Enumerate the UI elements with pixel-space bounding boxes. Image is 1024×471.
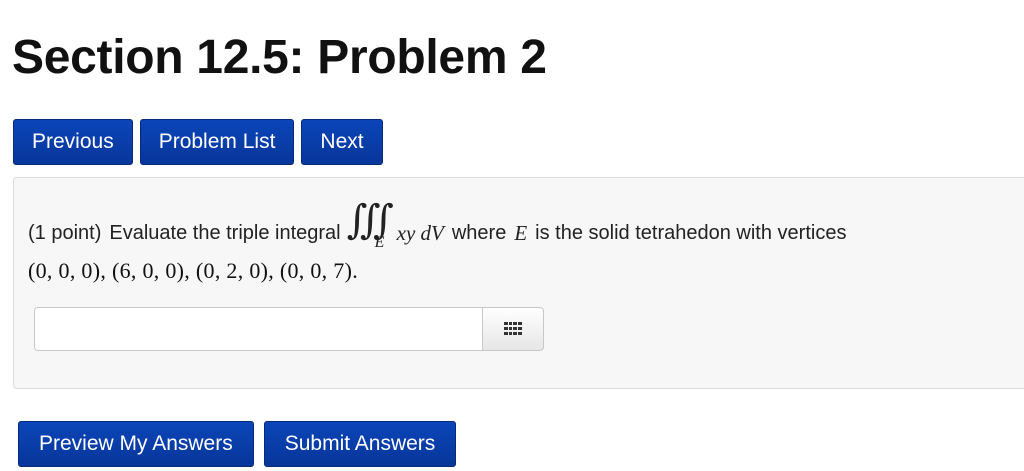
problem-nav: Previous Problem List Next bbox=[13, 119, 383, 165]
vertices-list: (0, 0, 0), (6, 0, 0), (0, 2, 0), (0, 0, … bbox=[28, 258, 359, 283]
integral-subscript: E bbox=[374, 234, 385, 251]
problem-statement: (1 point) Evaluate the triple integral ∭… bbox=[28, 200, 847, 258]
math-keypad-button[interactable] bbox=[482, 307, 544, 351]
answer-row bbox=[34, 307, 544, 351]
answer-actions: Preview My Answers Submit Answers bbox=[18, 421, 457, 467]
region-variable: E bbox=[514, 220, 528, 245]
problem-points: (1 point) bbox=[28, 221, 102, 244]
page-title: Section 12.5: Problem 2 bbox=[12, 31, 547, 84]
problem-panel: (1 point) Evaluate the triple integral ∭… bbox=[13, 177, 1024, 389]
integrand: xy dV bbox=[396, 220, 444, 245]
previous-button[interactable]: Previous bbox=[13, 119, 133, 165]
page: Section 12.5: Problem 2 Previous Problem… bbox=[0, 0, 1024, 471]
problem-list-button[interactable]: Problem List bbox=[139, 119, 295, 165]
problem-text-tail: is the solid tetrahedon with vertices bbox=[535, 221, 847, 244]
triple-integral-symbol: ∭ E bbox=[347, 200, 394, 258]
problem-text-lead: Evaluate the triple integral bbox=[109, 221, 341, 244]
grid-keypad-icon bbox=[504, 322, 522, 335]
problem-text-where: where bbox=[451, 221, 507, 244]
preview-answers-button[interactable]: Preview My Answers bbox=[18, 421, 254, 467]
submit-answers-button[interactable]: Submit Answers bbox=[263, 421, 457, 467]
integral-sign: ∭ bbox=[346, 197, 394, 243]
next-button[interactable]: Next bbox=[301, 119, 383, 165]
answer-input[interactable] bbox=[34, 307, 482, 351]
